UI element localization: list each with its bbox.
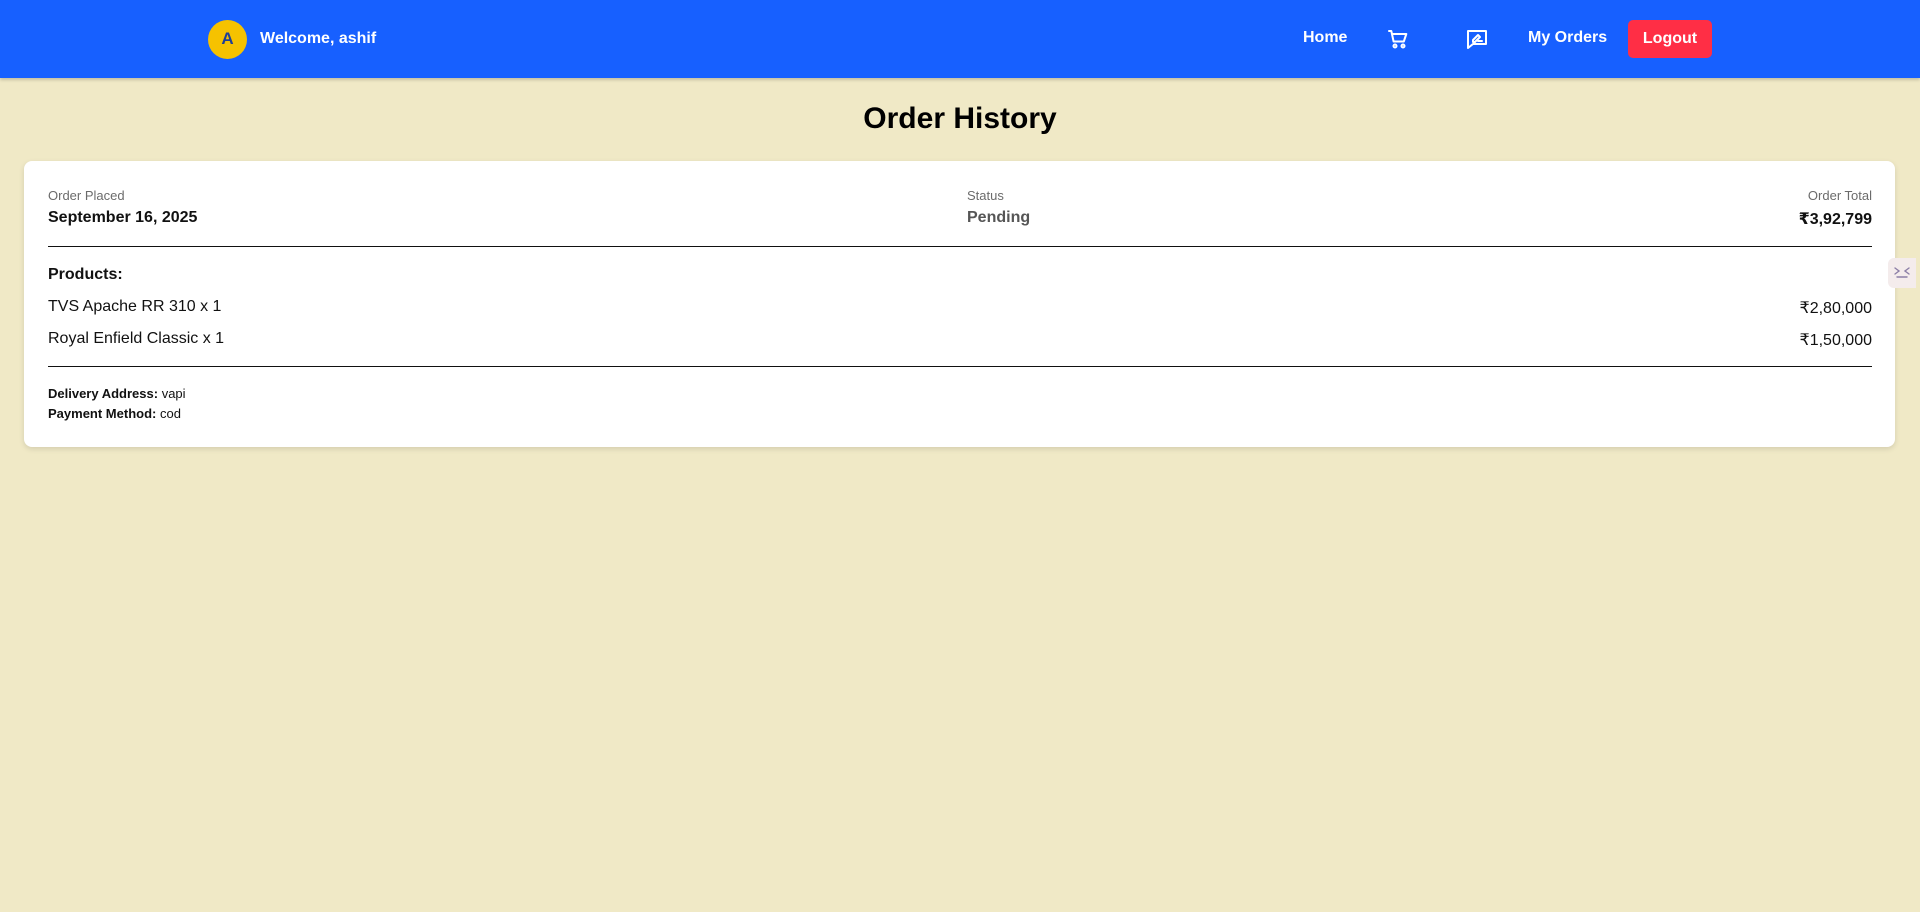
product-row: TVS Apache RR 310 x 1 ₹2,80,000 <box>48 298 1872 320</box>
navbar: A Welcome, ashif Home My Orders Logout <box>0 0 1920 78</box>
product-name: Royal Enfield Classic x 1 <box>48 330 225 347</box>
order-total-value: ₹3,92,799 <box>1798 211 1872 228</box>
payment-method-label: Payment Method: <box>48 406 157 421</box>
divider <box>48 366 1872 367</box>
products-heading: Products: <box>48 266 123 283</box>
product-row: Royal Enfield Classic x 1 ₹1,50,000 <box>48 330 1872 352</box>
side-panel-tab[interactable] <box>1888 258 1916 288</box>
status-label: Status <box>967 188 1004 203</box>
product-price: ₹2,80,000 <box>1799 300 1872 317</box>
nav-home-link[interactable]: Home <box>1303 29 1347 47</box>
welcome-text: Welcome, ashif <box>260 30 377 47</box>
feedback-icon[interactable] <box>1465 27 1489 51</box>
delivery-address-label: Delivery Address: <box>48 386 159 401</box>
page-title: Order History <box>863 102 1057 135</box>
divider <box>48 246 1872 247</box>
delivery-address-value: vapi <box>161 386 186 401</box>
avatar: A <box>208 19 247 59</box>
product-price: ₹1,50,000 <box>1799 332 1872 349</box>
nav-my-orders-link[interactable]: My Orders <box>1528 29 1607 47</box>
payment-method: Payment Method: cod <box>48 406 181 421</box>
payment-method-value: cod <box>159 406 181 421</box>
user-info: A Welcome, ashif <box>208 19 377 59</box>
product-name: TVS Apache RR 310 x 1 <box>48 298 222 315</box>
logout-button[interactable]: Logout <box>1628 20 1712 58</box>
order-placed-label: Order Placed <box>48 188 125 203</box>
collapse-arrows-icon <box>1893 262 1911 285</box>
cart-icon[interactable] <box>1386 27 1410 51</box>
order-placed-value: September 16, 2025 <box>48 209 198 226</box>
order-card: Order Placed September 16, 2025 Status P… <box>24 161 1895 447</box>
status-value: Pending <box>967 209 1031 226</box>
delivery-address: Delivery Address: vapi <box>48 386 186 401</box>
order-total-label: Order Total <box>1807 188 1872 203</box>
